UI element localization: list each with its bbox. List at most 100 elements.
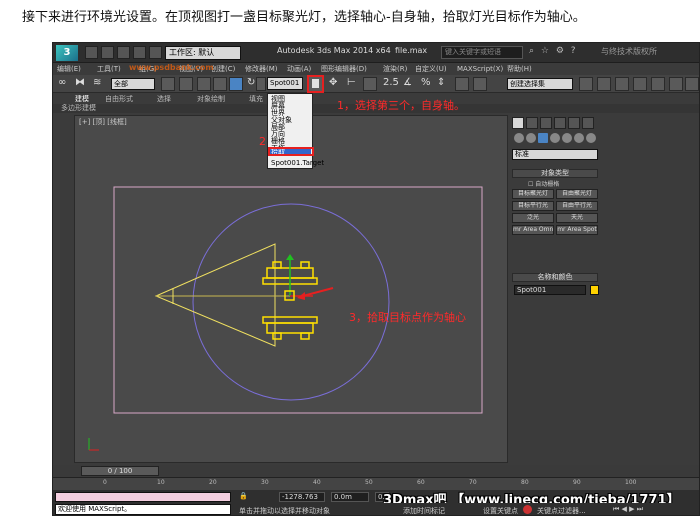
maxscript-listener-input[interactable] [55, 492, 231, 502]
menu-animation[interactable]: 动画(A) [287, 64, 311, 75]
percent-snap-icon[interactable]: % [421, 76, 431, 90]
selection-filter-dropdown[interactable]: 全部 [111, 78, 155, 90]
utilities-tab-icon[interactable] [582, 117, 594, 129]
use-pivot-point-button[interactable] [307, 75, 324, 93]
tick-100: 100 [625, 479, 637, 486]
cameras-icon[interactable] [550, 133, 560, 143]
annotation-step-3: 3，拾取目标点作为轴心 [349, 311, 466, 324]
menu-edit[interactable]: 编辑(E) [57, 64, 81, 75]
add-time-tag[interactable]: 添加时间标记 [403, 506, 445, 515]
open-file-icon[interactable] [101, 46, 114, 59]
light-category-dropdown[interactable]: 标准 [512, 149, 598, 160]
keyboard-shortcut-icon[interactable]: ⊢ [347, 76, 356, 90]
select-manipulate-icon[interactable]: ✥ [329, 76, 337, 90]
free-spot-button[interactable]: 自由聚光灯 [556, 189, 598, 199]
align-icon[interactable] [597, 77, 611, 91]
modify-tab-icon[interactable] [526, 117, 538, 129]
lights-icon[interactable] [538, 133, 548, 143]
angle-snap-toggle-icon[interactable]: ∡ [403, 76, 412, 90]
skylight-button[interactable]: 天光 [556, 213, 598, 223]
ribbon-tab-populate[interactable]: 填充 [249, 94, 263, 104]
render-setup-icon[interactable] [669, 77, 683, 91]
menu-maxscript[interactable]: MAXScript(X) [457, 64, 503, 75]
set-key-icon[interactable] [523, 505, 532, 514]
menu-modifiers[interactable]: 修改器(M) [245, 64, 278, 75]
mirror-tool-icon[interactable] [579, 77, 593, 91]
link-icon[interactable]: ∞ [58, 76, 66, 90]
reference-coordinate-dropdown[interactable]: Spot001 [267, 77, 303, 90]
coord-x-field[interactable]: -1278.763 [279, 492, 325, 502]
unlink-icon[interactable]: ⧓ [75, 76, 85, 90]
command-panel: 标准 对象类型 ☐ 自动栅格 目标聚光灯 自由聚光灯 目标平行光 自由平行光 泛… [507, 115, 601, 463]
select-scale-icon[interactable] [256, 77, 266, 91]
mirror-icon[interactable] [473, 77, 487, 91]
spinner-snap-icon[interactable]: ⇕ [437, 76, 445, 90]
create-tab-icon[interactable] [512, 117, 524, 129]
edit-named-sets-icon[interactable] [455, 77, 469, 91]
dd-item-spot-target[interactable]: Spot001.Target [271, 160, 324, 167]
time-slider[interactable]: 0 / 100 [81, 466, 159, 476]
select-object-icon[interactable] [161, 77, 175, 91]
menu-customize[interactable]: 自定义(U) [415, 64, 447, 75]
autogrid-checkbox[interactable]: ☐ 自动栅格 [528, 179, 559, 188]
ribbon-tab-freeform[interactable]: 自由形式 [105, 94, 133, 104]
undo-icon[interactable] [133, 46, 146, 59]
target-direct-button[interactable]: 目标平行光 [512, 201, 554, 211]
ribbon-tab-object-paint[interactable]: 对象绘制 [197, 94, 225, 104]
hierarchy-tab-icon[interactable] [540, 117, 552, 129]
free-direct-button[interactable]: 自由平行光 [556, 201, 598, 211]
ribbon-tab-modeling[interactable]: 建模 [75, 94, 89, 104]
angle-snap-icon[interactable]: 2.5 [383, 76, 399, 90]
menu-create[interactable]: 创建(C) [211, 64, 235, 75]
helpers-icon[interactable] [562, 133, 572, 143]
window-crossing-icon[interactable] [213, 77, 227, 91]
save-file-icon[interactable] [117, 46, 130, 59]
object-color-swatch[interactable] [590, 285, 599, 295]
curve-editor-icon[interactable] [633, 77, 647, 91]
title-help-icons[interactable]: ⌕ ☆ ⚙ ? [529, 46, 578, 56]
maxscript-welcome[interactable]: 欢迎使用 MAXScript。 [55, 504, 231, 515]
snap-toggle-icon[interactable] [363, 77, 377, 91]
key-filters-button[interactable]: 关键点过滤器... [537, 506, 586, 515]
space-warps-icon[interactable] [574, 133, 584, 143]
set-key-label[interactable]: 设置关键点 [483, 506, 518, 515]
workspace-dropdown[interactable]: 工作区: 默认 [165, 46, 241, 60]
select-by-name-icon[interactable] [179, 77, 193, 91]
render-icon[interactable] [685, 77, 699, 91]
menu-help[interactable]: 帮助(H) [507, 64, 532, 75]
lock-selection-icon[interactable]: 🔒 [239, 492, 248, 500]
spotlight-falloff-circle [192, 203, 390, 401]
target-spot-button[interactable]: 目标聚光灯 [512, 189, 554, 199]
shapes-icon[interactable] [526, 133, 536, 143]
coord-y-field[interactable]: 0.0m [331, 492, 369, 502]
geometry-icon[interactable] [514, 133, 524, 143]
redo-icon[interactable] [149, 46, 162, 59]
motion-tab-icon[interactable] [554, 117, 566, 129]
systems-icon[interactable] [586, 133, 596, 143]
object-name-field[interactable]: Spot001 [514, 285, 586, 295]
app-logo-icon[interactable]: 3 [56, 45, 78, 61]
help-search-input[interactable]: 键入关键字或短语 [441, 46, 523, 59]
rect-selection-icon[interactable] [197, 77, 211, 91]
omni-button[interactable]: 泛光 [512, 213, 554, 223]
select-move-icon[interactable] [229, 77, 243, 91]
menu-tools[interactable]: 工具(T) [97, 64, 121, 75]
new-file-icon[interactable] [85, 46, 98, 59]
create-category-icons [512, 133, 598, 145]
tick-40: 40 [313, 479, 321, 486]
prompt-line: 单击并拖动以选择并移动对象 [239, 507, 330, 515]
select-rotate-icon[interactable]: ↻ [247, 76, 255, 90]
name-color-rollout[interactable]: 名称和颜色 [512, 273, 598, 282]
menu-graph-editors[interactable]: 图形编辑器(D) [321, 64, 367, 75]
named-selection-set-dropdown[interactable]: 创建选择集 [507, 78, 573, 90]
mr-area-spot-button[interactable]: mr Area Spot [556, 225, 598, 235]
object-type-rollout[interactable]: 对象类型 [512, 169, 598, 178]
material-editor-icon[interactable] [651, 77, 665, 91]
bind-space-warp-icon[interactable]: ≋ [93, 76, 101, 90]
ribbon-tab-selection[interactable]: 选择 [157, 94, 171, 104]
menu-rendering[interactable]: 渲染(R) [383, 64, 407, 75]
display-tab-icon[interactable] [568, 117, 580, 129]
playback-controls-icon[interactable]: ⏮ ◀ ▶ ⏭ [613, 505, 643, 514]
layer-manager-icon[interactable] [615, 77, 629, 91]
mr-area-omni-button[interactable]: mr Area Omni [512, 225, 554, 235]
